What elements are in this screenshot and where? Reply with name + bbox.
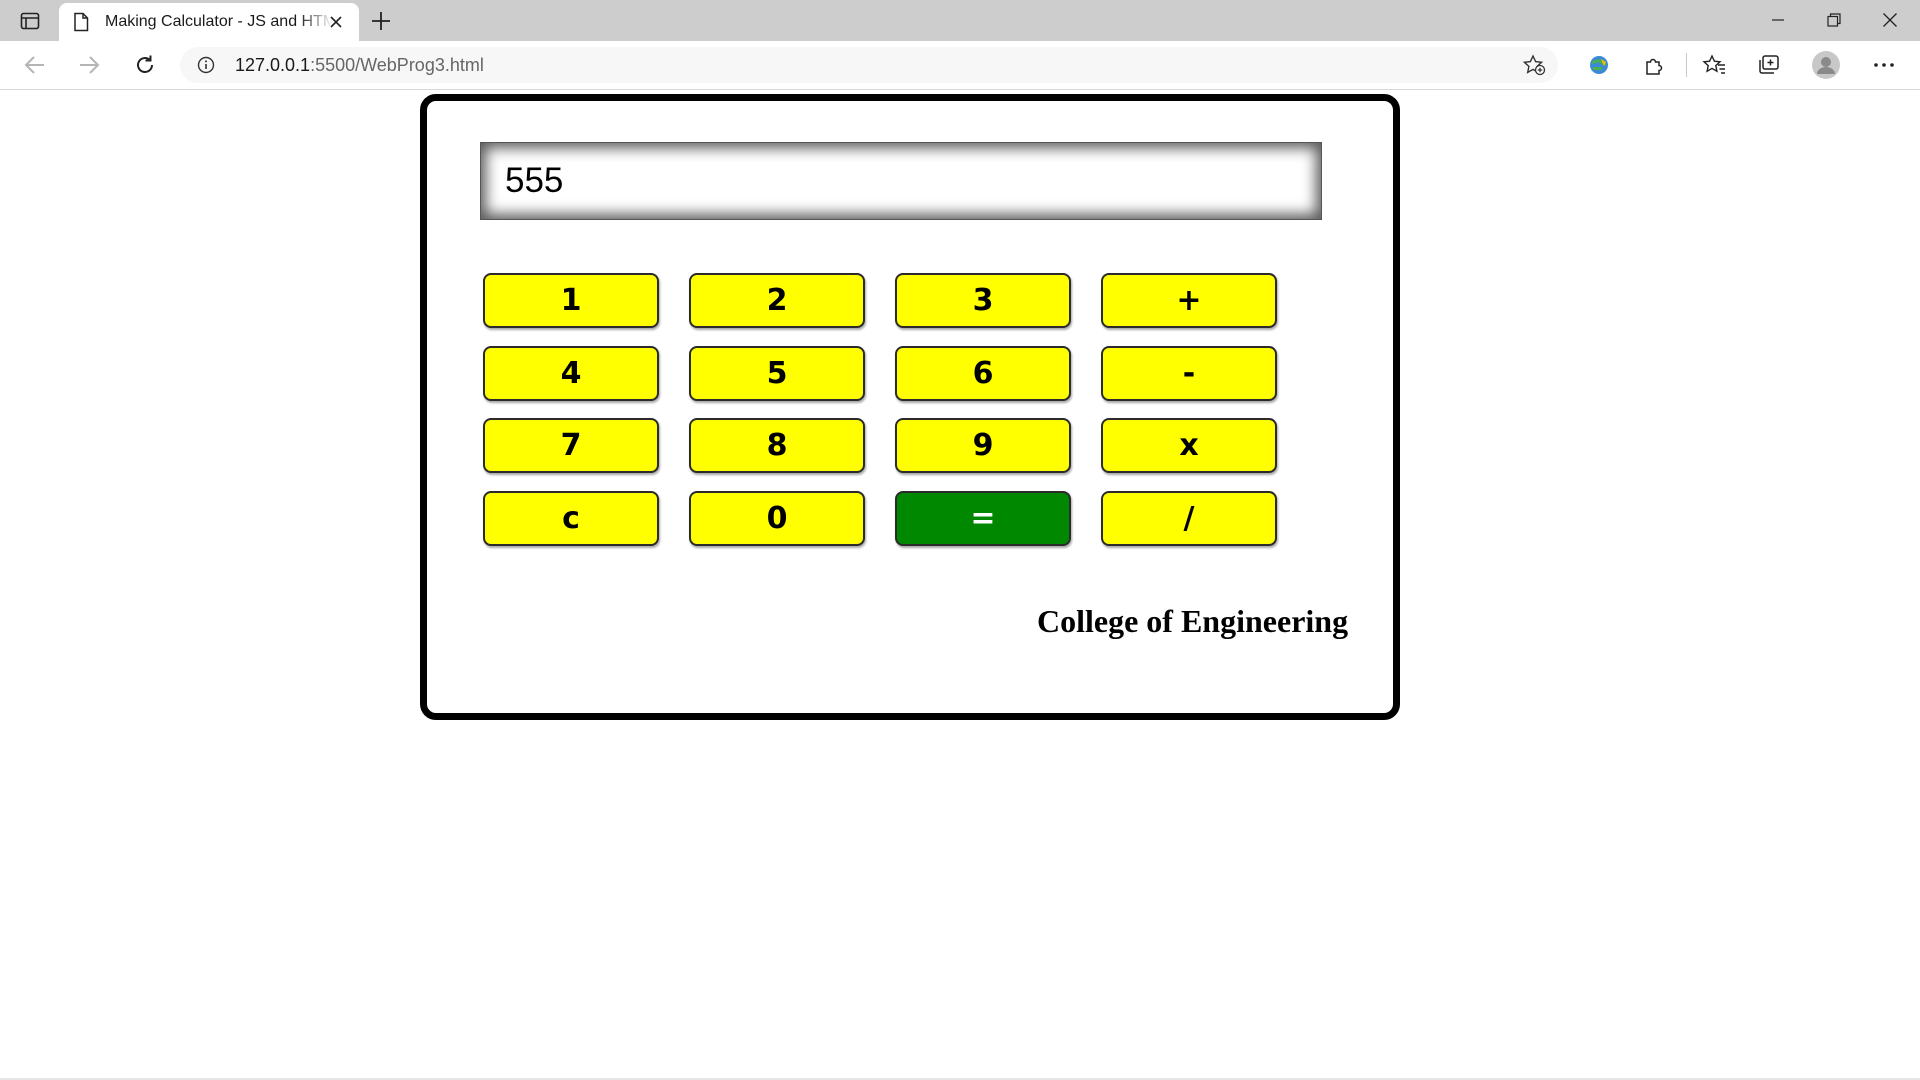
url-path: :5500/WebProg3.html [310, 55, 484, 75]
key-5[interactable]: 5 [689, 346, 865, 401]
display-value: 555 [505, 161, 564, 200]
page-icon [73, 12, 89, 37]
more-options-icon[interactable] [1866, 49, 1902, 81]
tab-actions-icon[interactable] [14, 8, 46, 34]
close-icon[interactable] [328, 14, 344, 35]
key-7[interactable]: 7 [483, 418, 659, 473]
minimize-icon[interactable] [1750, 0, 1806, 40]
key-1[interactable]: 1 [483, 273, 659, 328]
key-minus[interactable]: - [1101, 346, 1277, 401]
collections-icon[interactable] [1751, 49, 1787, 81]
key-plus[interactable]: + [1101, 273, 1277, 328]
tab-strip: Making Calculator - JS and HTML [0, 0, 1920, 41]
back-arrow-icon[interactable] [17, 49, 53, 81]
extension-globe-icon[interactable] [1581, 49, 1617, 81]
calculator-display[interactable]: 555 [480, 142, 1322, 220]
extensions-icon[interactable] [1636, 49, 1672, 81]
key-3[interactable]: 3 [895, 273, 1071, 328]
key-0[interactable]: 0 [689, 491, 865, 546]
key-8[interactable]: 8 [689, 418, 865, 473]
url-host: 127.0.0.1 [235, 55, 311, 75]
new-tab-icon[interactable] [368, 8, 394, 34]
key-2[interactable]: 2 [689, 273, 865, 328]
key-equals[interactable]: = [895, 491, 1071, 546]
forward-arrow-icon[interactable] [71, 49, 107, 81]
refresh-icon[interactable] [127, 49, 163, 81]
browser-toolbar: 127.0.0.1:5500/WebProg3.html [0, 41, 1920, 90]
restore-icon[interactable] [1806, 0, 1862, 40]
college-label: College of Engineering [1037, 603, 1349, 639]
key-4[interactable]: 4 [483, 346, 659, 401]
key-9[interactable]: 9 [895, 418, 1071, 473]
key-6[interactable]: 6 [895, 346, 1071, 401]
key-clear[interactable]: c [483, 491, 659, 546]
favorites-icon[interactable] [1696, 49, 1732, 81]
key-divide[interactable]: / [1101, 491, 1277, 546]
address-bar[interactable]: 127.0.0.1:5500/WebProg3.html [180, 47, 1558, 83]
avatar[interactable] [1808, 49, 1844, 81]
window-close-icon[interactable] [1862, 0, 1918, 40]
key-multiply[interactable]: x [1101, 418, 1277, 473]
info-icon[interactable] [197, 56, 215, 79]
tab-title: Making Calculator - JS and HTML [105, 13, 333, 30]
url-text: 127.0.0.1:5500/WebProg3.html [235, 55, 484, 76]
add-favorite-icon[interactable] [1522, 54, 1546, 81]
toolbar-divider [1686, 53, 1687, 77]
browser-tab[interactable]: Making Calculator - JS and HTML [59, 3, 359, 41]
